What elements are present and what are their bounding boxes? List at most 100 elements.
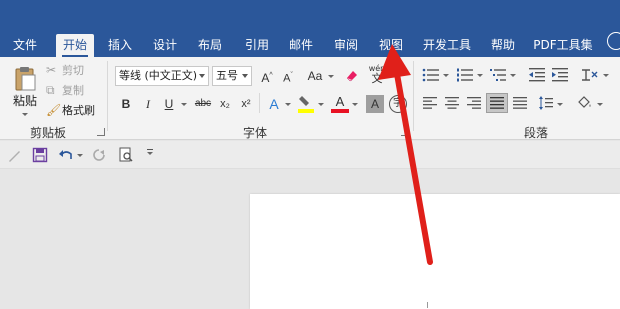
print-preview-button[interactable] bbox=[118, 147, 134, 163]
chevron-down-icon bbox=[242, 74, 248, 78]
ribbon: 粘贴 ✂ 剪切 ⧉ 复制 🖌 格式刷 剪贴板 等线 (中文正文) 五号 A^ A… bbox=[0, 57, 620, 140]
customize-toolbar-button[interactable] bbox=[145, 149, 155, 159]
chevron-down-icon[interactable] bbox=[328, 75, 334, 78]
tab-design[interactable]: 设计 bbox=[148, 34, 182, 57]
distributed-button[interactable] bbox=[512, 96, 528, 110]
chevron-down-icon[interactable] bbox=[557, 103, 563, 106]
increase-indent-button[interactable] bbox=[551, 67, 569, 83]
justify-button[interactable] bbox=[486, 93, 508, 113]
paste-button[interactable]: 粘贴 bbox=[8, 61, 42, 111]
paragraph-group-label: 段落 bbox=[524, 126, 549, 140]
document-area bbox=[0, 170, 620, 309]
chevron-down-icon[interactable] bbox=[477, 74, 483, 77]
italic-button[interactable]: I bbox=[139, 95, 157, 113]
chevron-down-icon[interactable] bbox=[510, 74, 516, 77]
undo-icon bbox=[59, 150, 72, 159]
chevron-down-icon[interactable] bbox=[597, 103, 603, 106]
bullets-button[interactable] bbox=[422, 67, 440, 83]
font-color-button[interactable]: A bbox=[331, 94, 349, 114]
tab-home[interactable]: 开始 bbox=[56, 34, 94, 57]
chevron-down-icon[interactable] bbox=[352, 103, 358, 106]
chevron-down-icon[interactable] bbox=[318, 103, 324, 106]
undo-button[interactable] bbox=[58, 147, 74, 163]
align-left-button[interactable] bbox=[422, 96, 438, 110]
copy-button[interactable]: ⧉ 复制 bbox=[46, 81, 84, 99]
tab-review[interactable]: 审阅 bbox=[329, 34, 363, 57]
enclose-characters-button[interactable]: 字 bbox=[389, 95, 407, 113]
chevron-down-icon bbox=[199, 74, 205, 78]
tab-insert[interactable]: 插入 bbox=[103, 34, 137, 57]
numbering-button[interactable] bbox=[456, 67, 474, 83]
tab-view[interactable]: 视图 bbox=[374, 34, 408, 57]
chevron-down-icon[interactable] bbox=[443, 74, 449, 77]
font-launcher-icon[interactable] bbox=[401, 128, 409, 136]
asian-layout-icon bbox=[582, 69, 598, 81]
multilevel-list-icon bbox=[490, 69, 506, 81]
tab-help[interactable]: 帮助 bbox=[486, 34, 520, 57]
bold-button[interactable]: B bbox=[117, 95, 135, 113]
menu-line bbox=[147, 149, 153, 150]
highlight-button[interactable] bbox=[297, 94, 315, 114]
decrease-indent-button[interactable] bbox=[528, 67, 546, 83]
tab-layout[interactable]: 布局 bbox=[193, 34, 227, 57]
numbered-list-icon bbox=[457, 68, 473, 82]
align-center-icon bbox=[445, 97, 459, 109]
tab-references[interactable]: 引用 bbox=[240, 34, 274, 57]
format-painter-button[interactable]: 🖌 格式刷 bbox=[46, 101, 95, 119]
tab-mailings[interactable]: 邮件 bbox=[284, 34, 318, 57]
align-left-icon bbox=[423, 97, 437, 109]
cut-button[interactable]: ✂ 剪切 bbox=[46, 61, 84, 79]
clear-formatting-button[interactable] bbox=[343, 67, 361, 85]
phonetic-bottom: 文 bbox=[371, 72, 383, 85]
subscript-button[interactable]: x₂ bbox=[216, 95, 234, 113]
redo-button[interactable] bbox=[91, 147, 107, 163]
strikethrough-button[interactable]: abc bbox=[192, 95, 214, 113]
indent-icon bbox=[552, 68, 568, 82]
pen-button[interactable] bbox=[7, 147, 23, 163]
scissors-icon: ✂ bbox=[46, 63, 57, 77]
align-center-button[interactable] bbox=[444, 96, 460, 110]
outdent-icon bbox=[529, 68, 545, 82]
underline-button[interactable]: U bbox=[160, 95, 178, 113]
multilevel-list-button[interactable] bbox=[489, 67, 507, 83]
character-shading-button[interactable]: A bbox=[366, 95, 384, 113]
align-justify-icon bbox=[490, 97, 504, 109]
shrink-font-button[interactable]: Aˇ bbox=[279, 67, 297, 85]
chevron-down-icon bbox=[147, 152, 153, 155]
save-button[interactable] bbox=[32, 147, 48, 163]
group-divider bbox=[413, 61, 414, 131]
lightbulb-icon[interactable] bbox=[607, 32, 620, 50]
tab-pdf-tools[interactable]: PDF工具集 bbox=[532, 34, 594, 57]
paste-dropdown-icon[interactable] bbox=[22, 113, 28, 116]
tab-file[interactable]: 文件 bbox=[4, 34, 46, 57]
chevron-down-icon[interactable] bbox=[181, 103, 187, 106]
chevron-down-icon[interactable] bbox=[603, 74, 609, 77]
align-right-button[interactable] bbox=[466, 96, 482, 110]
paragraph-shading-button[interactable] bbox=[576, 95, 594, 111]
line-spacing-button[interactable] bbox=[538, 95, 554, 111]
title-bar bbox=[0, 0, 620, 30]
document-page[interactable] bbox=[250, 194, 620, 309]
format-painter-label: 格式刷 bbox=[62, 104, 95, 117]
clipboard-launcher-icon[interactable] bbox=[97, 128, 105, 136]
grow-font-button[interactable]: A^ bbox=[258, 67, 276, 85]
superscript-button[interactable]: x² bbox=[237, 95, 255, 113]
paint-bucket-icon bbox=[578, 96, 591, 108]
font-group-label: 字体 bbox=[243, 126, 268, 140]
font-size-select[interactable]: 五号 bbox=[212, 66, 252, 86]
text-effects-button[interactable]: A bbox=[265, 95, 283, 113]
print-preview-icon bbox=[119, 147, 133, 162]
font-name-select[interactable]: 等线 (中文正文) bbox=[115, 66, 209, 86]
change-case-button[interactable]: Aa bbox=[304, 67, 326, 85]
asian-layout-button[interactable] bbox=[580, 67, 600, 83]
chevron-down-icon[interactable] bbox=[77, 154, 83, 157]
bullet-list-icon bbox=[422, 68, 439, 82]
paste-icon bbox=[15, 66, 36, 90]
paintbrush-icon: 🖌 bbox=[46, 103, 62, 117]
cut-label: 剪切 bbox=[62, 64, 84, 77]
clipboard-group-label: 剪贴板 bbox=[30, 126, 67, 140]
phonetic-guide-button[interactable]: wén 文 bbox=[367, 64, 387, 88]
chevron-down-icon[interactable] bbox=[285, 103, 291, 106]
tab-developer[interactable]: 开发工具 bbox=[420, 34, 474, 57]
save-icon bbox=[32, 147, 48, 163]
